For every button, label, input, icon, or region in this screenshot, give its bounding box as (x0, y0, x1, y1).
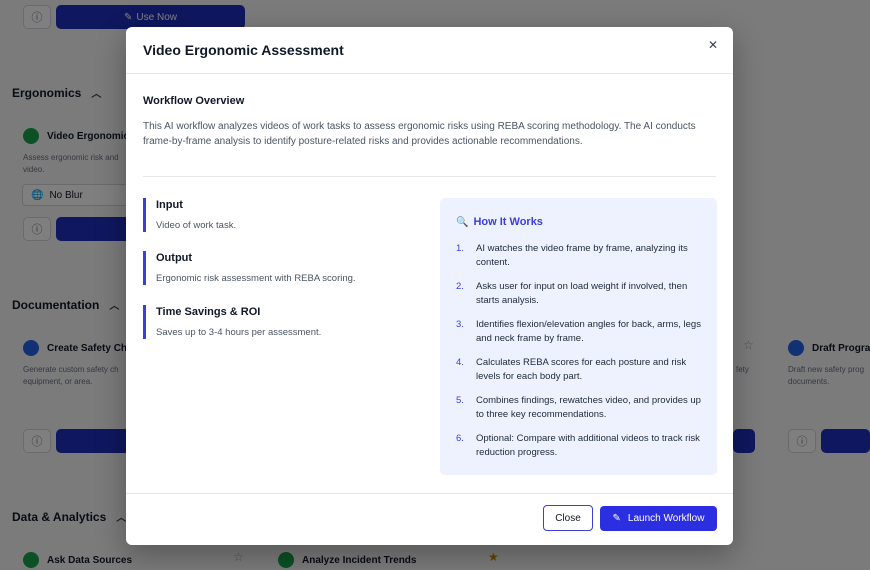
modal-title: Video Ergonomic Assessment (143, 42, 344, 58)
modal-header: Video Ergonomic Assessment (126, 27, 733, 74)
how-it-works-panel: 🔍 How It Works 1. AI watches the video fr… (440, 198, 717, 475)
how-it-works-heading: 🔍 How It Works (456, 216, 543, 228)
overview-heading: Workflow Overview (143, 95, 245, 107)
modal-footer: Close ✎ Launch Workflow (126, 493, 733, 545)
workflow-modal: Video Ergonomic Assessment ✕ Workflow Ov… (126, 27, 733, 545)
step-item: 5. Combines findings, rewatches video, an… (456, 395, 701, 420)
magnifier-icon: 🔍 (456, 216, 469, 228)
input-value: Video of work task. (156, 220, 237, 231)
divider (143, 176, 716, 177)
close-icon[interactable]: ✕ (705, 37, 721, 53)
input-block: Input Video of work task. (143, 198, 403, 232)
output-label: Output (156, 252, 193, 264)
step-item: 1. AI watches the video frame by frame, a… (456, 243, 688, 268)
close-button[interactable]: Close (543, 505, 593, 531)
step-item: 6. Optional: Compare with additional vide… (456, 433, 700, 458)
time-savings-block: Time Savings & ROI Saves up to 3-4 hours… (143, 305, 403, 339)
output-value: Ergonomic risk assessment with REBA scor… (156, 273, 356, 284)
step-item: 2. Asks user for input on load weight if … (456, 281, 688, 306)
launch-workflow-button[interactable]: ✎ Launch Workflow (600, 506, 717, 531)
time-savings-label: Time Savings & ROI (156, 306, 261, 318)
output-block: Output Ergonomic risk assessment with RE… (143, 251, 403, 285)
overview-text: This AI workflow analyzes videos of work… (143, 121, 696, 147)
input-label: Input (156, 199, 183, 211)
step-item: 4. Calculates REBA scores for each postur… (456, 357, 687, 382)
time-savings-value: Saves up to 3-4 hours per assessment. (156, 327, 322, 338)
step-item: 3. Identifies flexion/elevation angles fo… (456, 319, 701, 344)
edit-icon: ✎ (612, 513, 621, 524)
